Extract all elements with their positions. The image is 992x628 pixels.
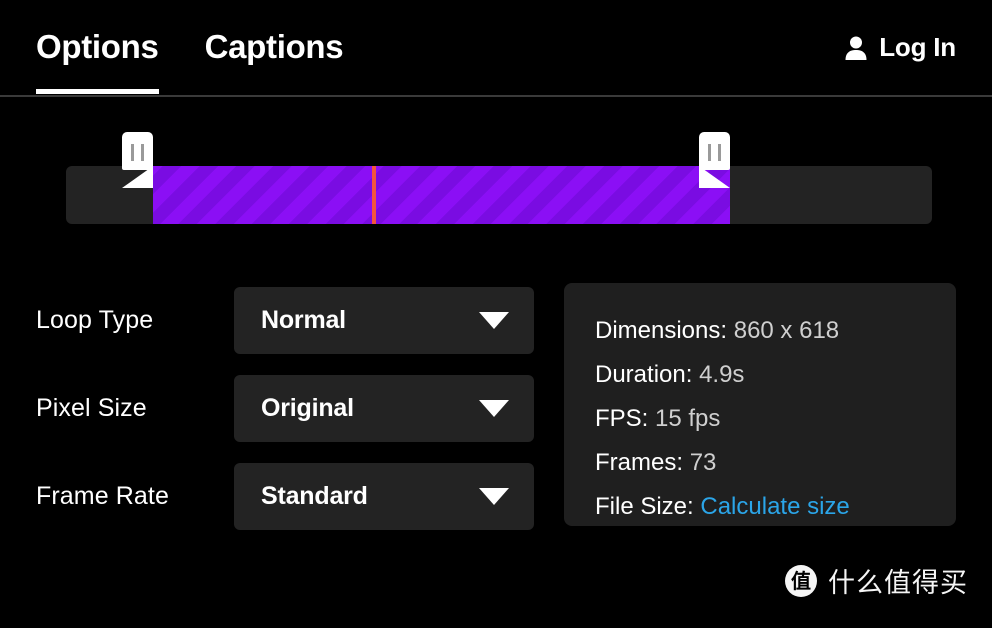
info-duration-label: Duration: [595,361,693,388]
info-file-size-label: File Size: [595,493,694,520]
option-row-frame-rate: Frame Rate Standard [36,463,536,530]
top-header: Options Captions Log In [0,0,992,97]
calculate-size-link[interactable]: Calculate size [700,493,849,520]
info-dimensions-label: Dimensions: [595,317,728,344]
info-frames: Frames: 73 [595,441,956,485]
info-dimensions-value: 860 x 618 [733,317,840,344]
option-row-pixel-size: Pixel Size Original [36,375,536,442]
info-duration: Duration: 4.9s [595,353,956,397]
frame-rate-label: Frame Rate [36,482,169,510]
chevron-down-icon [479,488,509,505]
user-icon [845,36,867,60]
frame-rate-select[interactable]: Standard [234,463,534,530]
tab-options[interactable]: Options [36,28,159,94]
frame-rate-value: Standard [261,482,368,510]
watermark-logo-icon: 值 [785,564,817,597]
login-button[interactable]: Log In [845,32,956,63]
trim-end-handle[interactable] [699,132,730,188]
info-file-size: File Size: Calculate size [595,485,956,529]
timeline-area [0,97,992,262]
pixel-size-select[interactable]: Original [234,375,534,442]
info-fps: FPS: 15 fps [595,397,956,441]
tab-bar: Options Captions [36,28,344,94]
info-fps-label: FPS: [595,405,649,432]
chevron-down-icon [479,312,509,329]
loop-type-value: Normal [261,306,346,334]
watermark-text: 什么值得买 [828,568,968,599]
trim-start-handle[interactable] [122,132,153,188]
timeline-track[interactable] [66,132,932,224]
pixel-size-label: Pixel Size [36,394,147,422]
pixel-size-value: Original [261,394,354,422]
info-frames-label: Frames: [595,449,684,476]
loop-type-select[interactable]: Normal [234,287,534,354]
option-row-loop-type: Loop Type Normal [36,287,536,354]
chevron-down-icon [479,400,509,417]
info-dimensions: Dimensions: 860 x 618 [595,309,956,353]
grip-lines-icon [699,144,730,161]
info-fps-value: 15 fps [655,405,721,432]
login-label: Log In [879,32,956,62]
tab-options-label: Options [36,28,159,65]
tab-captions-label: Captions [204,28,344,65]
options-panel: Loop Type Normal Pixel Size Original Fra… [36,287,536,551]
timeline-selection[interactable] [153,166,730,224]
info-frames-value: 73 [689,449,717,476]
info-duration-value: 4.9s [699,361,745,388]
watermark: 值 什么值得买 [785,561,968,600]
tab-captions[interactable]: Captions [205,28,344,94]
grip-lines-icon [122,144,153,161]
loop-type-label: Loop Type [36,306,154,334]
playhead-marker[interactable] [372,166,376,224]
media-info-panel: Dimensions: 860 x 618 Duration: 4.9s FPS… [564,283,956,526]
